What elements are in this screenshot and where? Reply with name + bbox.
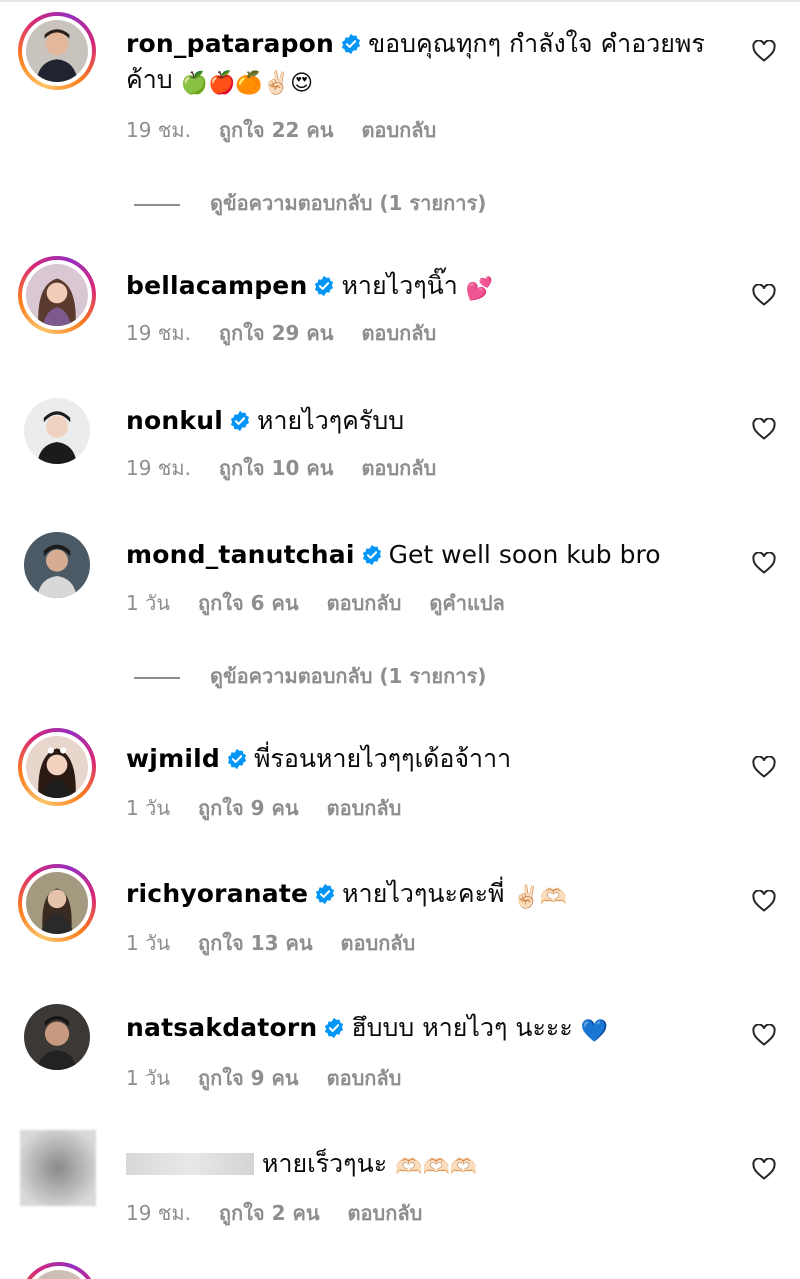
comment-meta: 1 วัน ถูกใจ 6 คน ตอบกลับ ดูคำแปล: [126, 590, 533, 616]
comment-text-line: bellacampen หายไวๆนิ๊า 💕: [126, 268, 730, 304]
username[interactable]: ron_patarapon: [126, 29, 334, 58]
avatar[interactable]: [18, 728, 96, 806]
verified-badge-icon: [227, 748, 247, 770]
comment-text: หายเร็วๆนะ: [262, 1149, 388, 1178]
timestamp[interactable]: 1 วัน: [126, 796, 170, 820]
like-count[interactable]: ถูกใจ 10 คน: [219, 456, 334, 480]
timestamp[interactable]: 19 ชม.: [126, 456, 191, 480]
heart-outline-icon[interactable]: [752, 756, 776, 778]
like-count[interactable]: ถูกใจ 2 คน: [219, 1201, 320, 1225]
comment-meta: 19 ชม. ถูกใจ 2 คน ตอบกลับ: [126, 1200, 450, 1226]
like-count[interactable]: ถูกใจ 9 คน: [198, 1066, 299, 1090]
like-count[interactable]: ถูกใจ 6 คน: [198, 591, 299, 615]
comment-text: หายไวๆนิ๊า: [341, 271, 458, 300]
avatar-next-partial[interactable]: [20, 1262, 98, 1279]
heart-outline-icon[interactable]: [752, 552, 776, 574]
avatar[interactable]: [18, 256, 96, 334]
comment-meta: 1 วัน ถูกใจ 9 คน ตอบกลับ: [126, 795, 429, 821]
avatar[interactable]: [18, 12, 96, 90]
comment-meta: 19 ชม. ถูกใจ 29 คน ตอบกลับ: [126, 320, 464, 346]
comment-text-line: mond_tanutchai Get well soon kub bro: [126, 537, 730, 573]
verified-badge-icon: [362, 544, 381, 566]
avatar[interactable]: [24, 398, 90, 464]
view-replies-button[interactable]: ดูข้อความตอบกลับ (1 รายการ): [134, 663, 486, 689]
heart-outline-icon[interactable]: [752, 418, 776, 440]
like-count[interactable]: ถูกใจ 13 คน: [198, 931, 313, 955]
comment-text: พี่รอนหายไวๆๆเด้อจ้าาา: [253, 744, 512, 773]
comment-text: ฮึบบบ หายไวๆ นะะะ: [351, 1013, 573, 1042]
comment-emojis: 💕: [465, 277, 494, 302]
reply-button[interactable]: ตอบกลับ: [327, 796, 402, 820]
replies-dash: [134, 676, 180, 679]
translate-button[interactable]: ดูคำแปล: [429, 591, 504, 615]
replies-dash: [134, 203, 180, 206]
comment-text-line: nonkul หายไวๆครับบ: [126, 403, 730, 439]
top-divider: [0, 0, 800, 2]
comment-meta: 19 ชม. ถูกใจ 22 คน ตอบกลับ: [126, 117, 464, 143]
reply-button[interactable]: ตอบกลับ: [327, 1066, 402, 1090]
avatar[interactable]: [24, 532, 90, 598]
timestamp[interactable]: 19 ชม.: [126, 1201, 191, 1225]
username[interactable]: wjmild: [126, 744, 220, 773]
username[interactable]: natsakdatorn: [126, 1013, 317, 1042]
comment-text: หายไวๆครับบ: [256, 406, 405, 435]
username[interactable]: bellacampen: [126, 271, 307, 300]
verified-badge-icon: [315, 275, 334, 297]
timestamp[interactable]: 19 ชม.: [126, 321, 191, 345]
verified-badge-icon: [316, 883, 335, 905]
comment-text-line: richyoranate หายไวๆนะคะพี่ ✌🏻🫶🏻: [126, 876, 730, 912]
heart-outline-icon[interactable]: [752, 40, 776, 62]
timestamp[interactable]: 1 วัน: [126, 1066, 170, 1090]
timestamp[interactable]: 1 วัน: [126, 591, 170, 615]
like-count[interactable]: ถูกใจ 9 คน: [198, 796, 299, 820]
comment-emojis: 🫶🏻🫶🏻🫶🏻: [395, 1155, 478, 1180]
comment-emojis: 🍏🍎🍊✌🏻😍: [180, 71, 314, 96]
comment-text: Get well soon kub bro: [388, 540, 661, 569]
username[interactable]: nonkul: [126, 406, 223, 435]
username[interactable]: richyoranate: [126, 879, 308, 908]
verified-badge-icon: [341, 33, 361, 55]
avatar-blurred[interactable]: [20, 1130, 96, 1206]
reply-button[interactable]: ตอบกลับ: [361, 456, 436, 480]
reply-button[interactable]: ตอบกลับ: [327, 591, 402, 615]
verified-badge-icon: [325, 1017, 344, 1039]
comment-emojis: 💙: [580, 1019, 609, 1044]
avatar[interactable]: [18, 864, 96, 942]
username-blurred[interactable]: [126, 1153, 254, 1175]
username[interactable]: mond_tanutchai: [126, 540, 355, 569]
comment-text-line: ron_patarapon ขอบคุณทุกๆ กำลังใจ คำอวยพร …: [126, 26, 730, 98]
comment-meta: 1 วัน ถูกใจ 9 คน ตอบกลับ: [126, 1065, 429, 1091]
heart-outline-icon[interactable]: [752, 890, 776, 912]
comment-emojis: ✌🏻🫶🏻: [512, 885, 568, 910]
reply-button[interactable]: ตอบกลับ: [348, 1201, 423, 1225]
comment-text-line: wjmild พี่รอนหายไวๆๆเด้อจ้าาา: [126, 741, 730, 777]
reply-button[interactable]: ตอบกลับ: [341, 931, 416, 955]
reply-button[interactable]: ตอบกลับ: [361, 118, 436, 142]
avatar[interactable]: [24, 1004, 90, 1070]
heart-outline-icon[interactable]: [752, 284, 776, 306]
verified-badge-icon: [230, 410, 250, 432]
comment-text-line: หายเร็วๆนะ 🫶🏻🫶🏻🫶🏻: [126, 1146, 730, 1182]
comment-text-line: natsakdatorn ฮึบบบ หายไวๆ นะะะ 💙: [126, 1010, 730, 1046]
like-count[interactable]: ถูกใจ 22 คน: [219, 118, 334, 142]
like-count[interactable]: ถูกใจ 29 คน: [219, 321, 334, 345]
timestamp[interactable]: 19 ชม.: [126, 118, 191, 142]
comment-text: หายไวๆนะคะพี่: [342, 879, 505, 908]
reply-button[interactable]: ตอบกลับ: [361, 321, 436, 345]
timestamp[interactable]: 1 วัน: [126, 931, 170, 955]
comment-meta: 1 วัน ถูกใจ 13 คน ตอบกลับ: [126, 930, 443, 956]
comment-meta: 19 ชม. ถูกใจ 10 คน ตอบกลับ: [126, 455, 464, 481]
heart-outline-icon[interactable]: [752, 1158, 776, 1180]
view-replies-button[interactable]: ดูข้อความตอบกลับ (1 รายการ): [134, 190, 486, 216]
heart-outline-icon[interactable]: [752, 1024, 776, 1046]
